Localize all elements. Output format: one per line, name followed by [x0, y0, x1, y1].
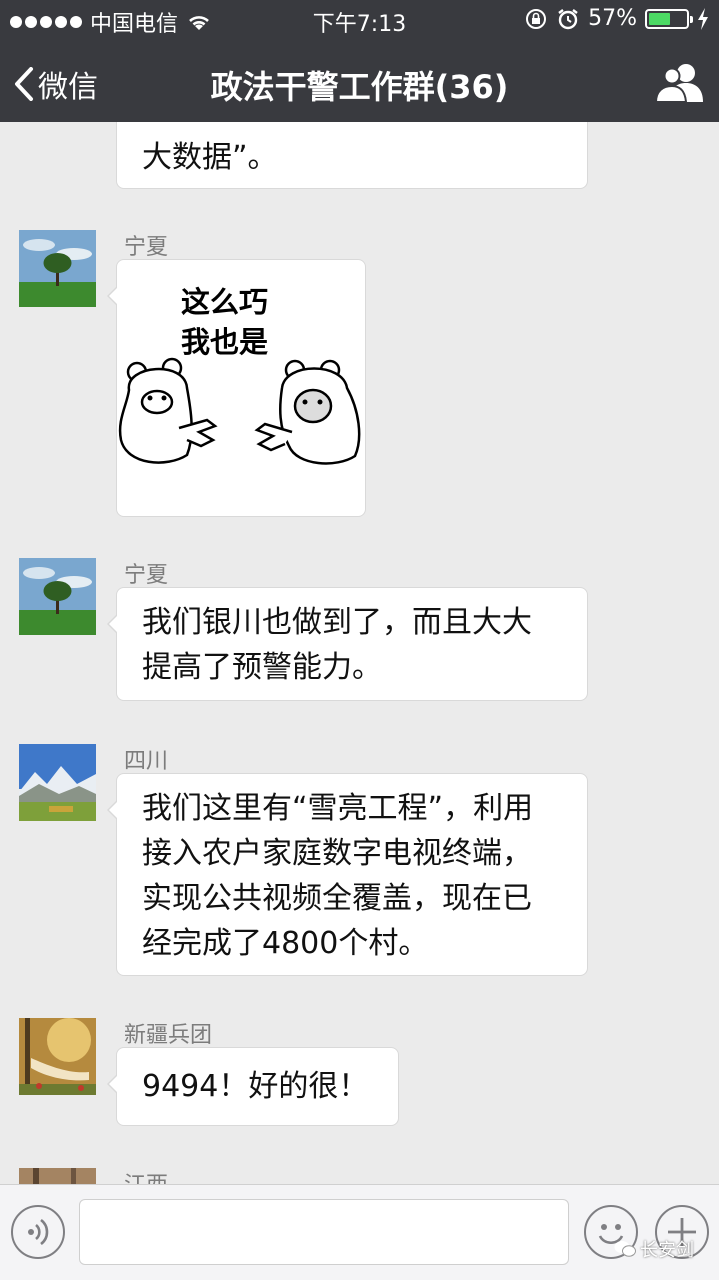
message-bubble[interactable]: 我们银川也做到了，而且大大 提高了预警能力。 [107, 587, 588, 701]
group-members-icon[interactable] [655, 60, 705, 104]
header: 中国电信 下午7:13 57% 微信 政法干警工作群(36) [0, 0, 719, 122]
avatar[interactable] [19, 230, 96, 307]
message-bubble[interactable]: 大数据”。 [116, 122, 588, 189]
nav-bar: 微信 政法干警工作群(36) [0, 44, 719, 122]
voice-input-button[interactable] [11, 1205, 65, 1259]
sender-name: 宁夏 [124, 563, 169, 588]
battery-fill [649, 12, 670, 25]
bear-sticker-image [118, 357, 361, 465]
watermark-text: 长安剑 [640, 1240, 694, 1261]
tree-landscape-avatar [19, 558, 96, 635]
autumn-landscape-avatar [19, 1018, 96, 1095]
status-bar: 中国电信 下午7:13 57% [0, 0, 719, 40]
message-text-line: 我们这里有“雪亮工程”，利用 [142, 791, 534, 826]
battery-icon [645, 8, 693, 29]
sender-name: 宁夏 [124, 235, 169, 260]
orientation-lock-icon [526, 8, 547, 29]
sender-name: 四川 [124, 749, 169, 774]
tree-landscape-avatar [19, 230, 96, 307]
input-bar [0, 1184, 719, 1280]
chat-area[interactable]: 大数据”。 宁夏 这么巧 我也是 宁夏 我们银川也做到了，而且大大 提高了预警能… [0, 122, 719, 1184]
message-bubble[interactable]: 9494！好的很！ [107, 1047, 399, 1126]
message-text-line: 实现公共视频全覆盖，现在已 [142, 881, 532, 916]
sender-name: 新疆兵团 [124, 1023, 213, 1048]
avatar[interactable] [19, 558, 96, 635]
message-text-line: 接入农户家庭数字电视终端， [142, 836, 532, 871]
alarm-icon [558, 8, 578, 29]
charging-bolt-icon [698, 7, 708, 30]
chat-title: 政法干警工作群(36) [210, 68, 509, 106]
avatar[interactable] [19, 1018, 96, 1095]
message-text-line: 9494！好的很！ [142, 1069, 369, 1104]
status-right: 57% [524, 6, 709, 31]
avatar[interactable] [19, 1168, 96, 1184]
sticker-bubble[interactable]: 这么巧 我也是 [107, 259, 366, 517]
wechat-logo-icon [614, 1241, 636, 1257]
watermark: 长安剑 [614, 1236, 694, 1262]
sender-name: 江西 [124, 1167, 168, 1184]
voice-icon [28, 1218, 49, 1246]
mountain-landscape-avatar [19, 744, 96, 821]
message-text-line: 我们银川也做到了，而且大大 [142, 605, 532, 640]
message-bubble[interactable]: 我们这里有“雪亮工程”，利用 接入农户家庭数字电视终端， 实现公共视频全覆盖，现… [107, 773, 588, 976]
avatar[interactable] [19, 744, 96, 821]
message-input[interactable] [79, 1199, 569, 1265]
autumn-landscape-avatar [19, 1168, 96, 1184]
message-text-line: 经完成了4800个村。 [142, 926, 429, 961]
message-text-line: 大数据”。 [142, 140, 278, 175]
message-text-line: 提高了预警能力。 [142, 650, 382, 685]
battery-percent: 57% [588, 6, 637, 31]
